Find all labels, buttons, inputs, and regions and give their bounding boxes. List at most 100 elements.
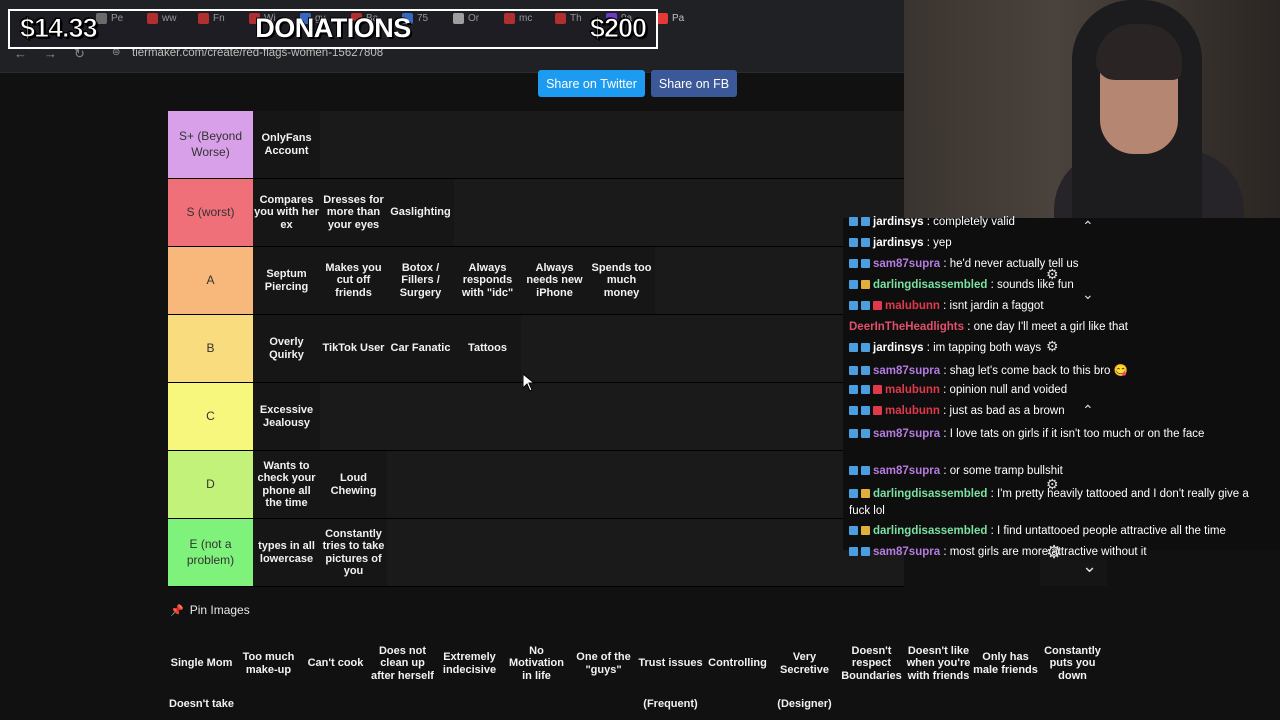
tier-item[interactable]: Spends too much money [588,247,655,314]
tier-item[interactable]: Always needs new iPhone [521,247,588,314]
tier-items: Excessive Jealousy [253,383,320,450]
tier-row: S (worst) Compares you with her ex Dresses… [168,179,904,247]
item-bank: Single Mom Too much make-up Can't cook Does… [168,630,1108,697]
chevron-up-icon[interactable]: ⌃ [1082,218,1094,235]
chat-badge-icon [861,406,870,415]
tier-items: Compares you with her ex Dresses for more… [253,179,454,246]
chat-username[interactable]: jardinsys [873,237,924,249]
bank-item[interactable]: Doesn't respect Boundaries [838,630,905,697]
bank-item[interactable]: (Frequent) [637,698,704,710]
chat-message: sam87supra : he'd never actually tell us [849,258,1079,270]
pin-icon: 📌 [170,604,184,617]
chat-username[interactable]: jardinsys [873,216,924,228]
bank-item[interactable]: Constantly puts you down [1039,630,1106,697]
bank-item[interactable]: Doesn't like when you're with friends [905,630,972,697]
tier-item[interactable]: Makes you cut off friends [320,247,387,314]
chat-badge-icon [861,366,870,375]
gear-icon[interactable]: ⚙ [1046,338,1059,355]
bank-item[interactable]: Can't cook [302,630,369,697]
chat-username[interactable]: sam87supra [873,258,940,270]
tier-row: C Excessive Jealousy [168,383,904,451]
tier-item[interactable]: Constantly tries to take pictures of you [320,519,387,586]
tier-item[interactable]: Car Fanatic [387,315,454,382]
bank-item[interactable]: Single Mom [168,630,235,697]
chat-text: isnt jardin a faggot [949,300,1044,312]
bank-item[interactable]: Trust issues [637,630,704,697]
bank-item[interactable]: Only has male friends [972,630,1039,697]
chat-badge-icon [873,406,882,415]
tier-item[interactable]: Always responds with "idc" [454,247,521,314]
chat-username[interactable]: malubunn [885,405,940,417]
tier-items: OnlyFans Account [253,111,320,178]
chat-username[interactable]: sam87supra [873,465,940,477]
bank-item[interactable]: One of the "guys" [570,630,637,697]
chevron-down-icon[interactable]: ⌄ [1082,556,1097,577]
share-fb-button[interactable]: Share on FB [651,70,737,97]
gear-icon[interactable]: ⚙ [1046,476,1059,493]
chat-text: just as bad as a brown [949,405,1065,417]
gear-icon[interactable]: ⚙ [1046,542,1062,563]
tab-favicon-icon [657,12,668,24]
chat-username[interactable]: malubunn [885,384,940,396]
chat-message: DeerInTheHeadlights : one day I'll meet … [849,321,1128,333]
tier-item[interactable]: Compares you with her ex [253,179,320,246]
bank-item[interactable]: Extremely indecisive [436,630,503,697]
donations-overlay: $14.33 DONATIONS $200 [8,9,658,49]
share-twitter-button[interactable]: Share on Twitter [538,70,645,97]
tier-item[interactable]: Excessive Jealousy [253,383,320,450]
chevron-down-icon[interactable]: ⌄ [1082,286,1094,303]
bank-item[interactable]: (Designer) [771,698,838,710]
chat-username[interactable]: darlingdisassembled [873,525,987,537]
chat-message: sam87supra : shag let's come back to thi… [849,363,1128,377]
tier-item[interactable]: Gaslighting [387,179,454,246]
tier-item[interactable]: types in all lowercase [253,519,320,586]
chat-username[interactable]: jardinsys [873,342,924,354]
gear-icon[interactable]: ⚙ [1046,266,1059,283]
chevron-up-icon[interactable]: ⌃ [1082,402,1094,419]
tier-label[interactable]: A [168,247,253,314]
pin-images-toggle[interactable]: 📌 Pin Images [170,603,250,617]
tier-item[interactable]: OnlyFans Account [253,111,320,178]
chat-username[interactable]: darlingdisassembled [873,488,987,500]
tier-items: Septum Piercing Makes you cut off friends… [253,247,655,314]
browser-tab[interactable]: Pa [657,10,684,26]
chat-badge-icon [873,301,882,310]
chat-username[interactable]: darlingdisassembled [873,279,987,291]
tier-label[interactable]: C [168,383,253,450]
bank-item[interactable]: Controlling [704,630,771,697]
tier-item[interactable]: Septum Piercing [253,247,320,314]
tier-item[interactable]: Botox / Fillers / Surgery [387,247,454,314]
chat-message: darlingdisassembled : I'm pretty heavily… [849,488,1249,518]
tier-label[interactable]: E (not a problem) [168,519,253,586]
bank-item[interactable]: Too much make-up [235,630,302,697]
tier-item[interactable]: Tattoos [454,315,521,382]
chat-text: he'd never actually tell us [949,258,1079,270]
bank-item[interactable]: No Motivation in life [503,630,570,697]
tier-label[interactable]: B [168,315,253,382]
tier-label[interactable]: S (worst) [168,179,253,246]
tier-label[interactable]: D [168,451,253,518]
tier-row: B Overly Quirky TikTok User Car Fanatic Tatt… [168,315,904,383]
chat-username[interactable]: sam87supra [873,365,940,377]
chat-username[interactable]: sam87supra [873,546,940,558]
chat-text: I love tats on girls if it isn't too muc… [949,428,1205,440]
tier-item[interactable]: Overly Quirky [253,315,320,382]
chat-message: jardinsys : yep [849,237,952,249]
chat-overlay: jardinsys : completely valid jardinsys : … [843,216,1280,558]
chat-message: malubunn : opinion null and voided [849,384,1067,396]
chat-badge-icon [849,526,858,535]
tier-item[interactable]: Wants to check your phone all the time [253,451,320,518]
bank-item[interactable]: Doesn't take [168,698,235,710]
bank-item[interactable]: Very Secretive [771,630,838,697]
bank-item[interactable]: Does not clean up after herself [369,630,436,697]
chat-username[interactable]: DeerInTheHeadlights [849,321,964,333]
chat-text: im tapping both ways [933,342,1042,354]
chat-username[interactable]: sam87supra [873,428,940,440]
tier-label[interactable]: S+ (Beyond Worse) [168,111,253,178]
chat-username[interactable]: malubunn [885,300,940,312]
tier-item[interactable]: Dresses for more than your eyes [320,179,387,246]
tier-item[interactable]: Loud Chewing [320,451,387,518]
tier-items: Overly Quirky TikTok User Car Fanatic Tatto… [253,315,521,382]
tier-item[interactable]: TikTok User [320,315,387,382]
chat-message: sam87supra : or some tramp bullshit [849,465,1063,477]
